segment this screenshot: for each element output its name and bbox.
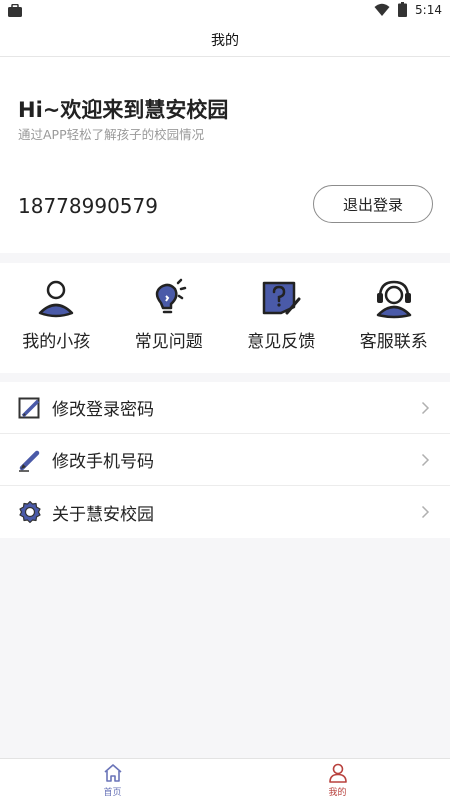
quick-action-label: 客服联系 (359, 332, 428, 352)
tab-label-home: 首页 (103, 788, 122, 798)
menu-item-change-password[interactable]: 修改登录密码 (0, 382, 450, 434)
edit-square-icon (18, 397, 40, 418)
quick-action-customer-service[interactable]: 客服联系 (338, 263, 450, 373)
child-person-icon (39, 280, 74, 318)
nav-bar: 我的 (0, 24, 450, 57)
bottom-tab-bar: 首页 我的 (0, 758, 450, 800)
menu-item-label: 修改手机号码 (52, 452, 154, 472)
quick-action-label: 意见反馈 (247, 332, 316, 352)
logout-button[interactable]: 退出登录 (313, 185, 433, 223)
quick-action-label: 我的小孩 (22, 332, 91, 352)
welcome-subtitle: 通过APP轻松了解孩子的校园情况 (18, 127, 205, 142)
status-bar: 5:14 (0, 0, 450, 24)
home-icon (103, 764, 122, 782)
chevron-right-icon (421, 401, 430, 415)
menu-item-label: 修改登录密码 (52, 400, 154, 420)
battery-icon (398, 2, 408, 17)
wifi-icon (374, 3, 390, 16)
menu-item-about[interactable]: 关于慧安校园 (0, 486, 450, 538)
lightbulb-icon (155, 278, 186, 314)
quick-action-label: 常见问题 (134, 332, 203, 352)
quick-action-faq[interactable]: 常见问题 (113, 263, 226, 373)
menu-item-label: 关于慧安校园 (52, 504, 154, 525)
status-time: 5:14 (415, 2, 442, 17)
profile-card: Hi~欢迎来到慧安校园 通过APP轻松了解孩子的校园情况 18778990579… (0, 57, 450, 253)
pencil-icon (19, 450, 40, 472)
headset-icon (376, 280, 411, 319)
gear-icon (19, 500, 41, 524)
menu-item-change-phone[interactable]: 修改手机号码 (0, 434, 450, 486)
tab-mine[interactable]: 我的 (225, 759, 450, 800)
welcome-greeting: Hi~欢迎来到慧安校园 (18, 98, 229, 122)
tab-home[interactable]: 首页 (0, 759, 225, 800)
quick-actions: 我的小孩 常见问题 意见反馈 客服联系 (0, 263, 450, 373)
phone-number: 18778990579 (18, 194, 158, 218)
tab-label-mine: 我的 (328, 788, 347, 798)
chevron-right-icon (421, 453, 430, 467)
user-icon (328, 763, 347, 783)
settings-menu: 修改登录密码 修改手机号码 关于慧安校园 (0, 382, 450, 538)
chevron-right-icon (421, 505, 430, 519)
page-title: 我的 (211, 33, 239, 49)
quick-action-feedback[interactable]: 意见反馈 (225, 263, 338, 373)
feedback-question-icon (263, 281, 301, 315)
quick-action-my-child[interactable]: 我的小孩 (0, 263, 113, 373)
briefcase-icon (8, 4, 22, 17)
